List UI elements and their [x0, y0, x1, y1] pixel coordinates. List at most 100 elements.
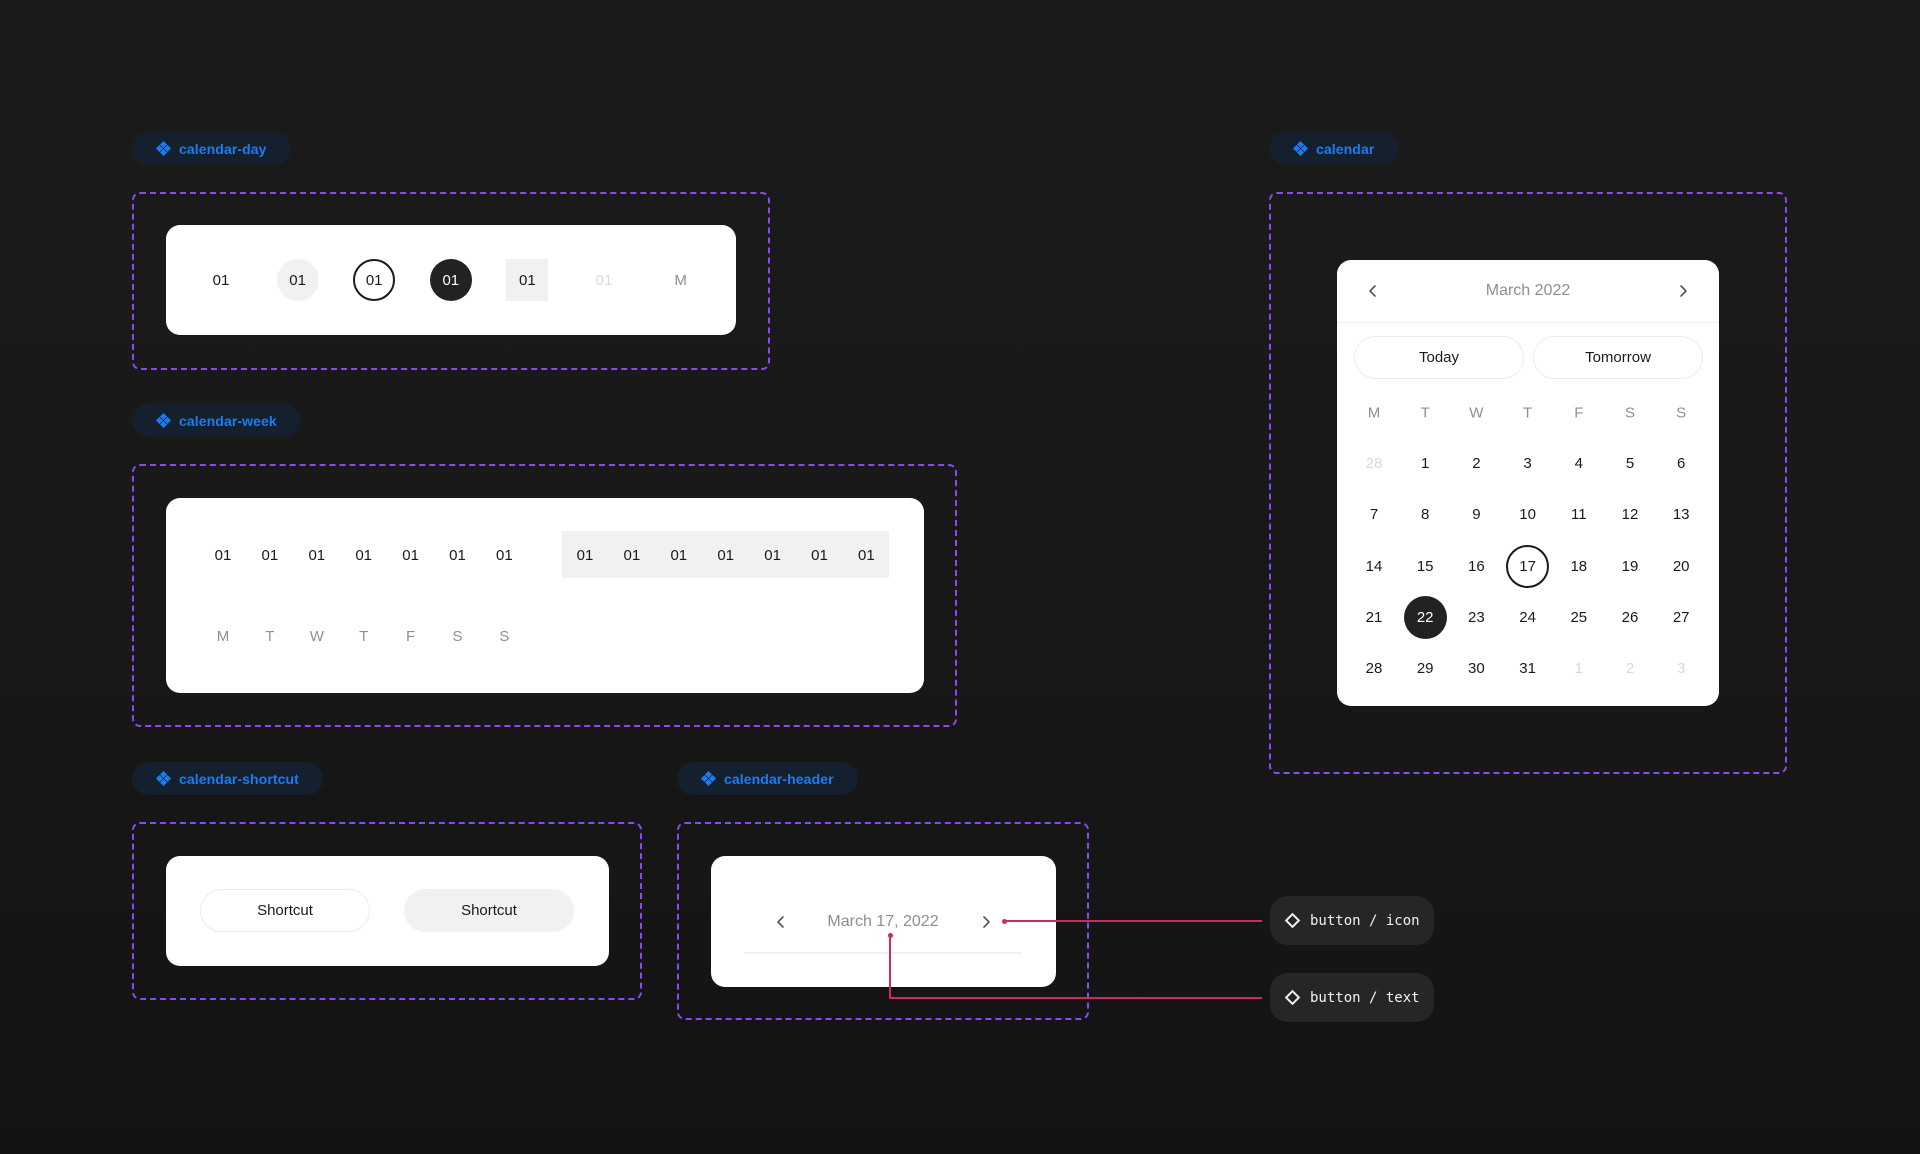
- component-icon: [700, 770, 716, 787]
- calendar-date[interactable]: 4: [1557, 442, 1600, 485]
- annotation-line: [889, 997, 1262, 999]
- calendar-date[interactable]: 31: [1506, 647, 1549, 690]
- calendar-date[interactable]: 12: [1609, 493, 1652, 536]
- shortcut-button-hover[interactable]: Shortcut: [404, 889, 574, 932]
- chevron-right-icon: [1680, 285, 1687, 297]
- calendar-day-card: 01 01 01 01 01 01 M: [166, 225, 736, 335]
- calendar-date-today[interactable]: 17: [1506, 544, 1550, 588]
- calendar-date[interactable]: 5: [1609, 442, 1652, 485]
- calendar-date[interactable]: 6: [1660, 442, 1703, 485]
- tomorrow-button[interactable]: Tomorrow: [1533, 336, 1703, 379]
- header-date-button[interactable]: March 17, 2022: [827, 913, 938, 931]
- today-button[interactable]: Today: [1354, 336, 1524, 379]
- week-day-in-range[interactable]: 01: [705, 534, 747, 576]
- calendar-date[interactable]: 20: [1660, 545, 1703, 588]
- component-icon: [155, 140, 171, 157]
- calendar-date[interactable]: 19: [1609, 545, 1652, 588]
- week-day-in-range[interactable]: 01: [799, 534, 841, 576]
- calendar-date[interactable]: 14: [1353, 545, 1396, 588]
- instance-icon: [1284, 912, 1301, 929]
- week-day-in-range[interactable]: 01: [611, 534, 653, 576]
- calendar-date[interactable]: 30: [1455, 647, 1498, 690]
- annotation-button-text: button / text: [1270, 973, 1434, 1022]
- calendar-date[interactable]: 10: [1506, 493, 1549, 536]
- weekday-label: W: [309, 627, 324, 645]
- calendar-date[interactable]: 13: [1660, 493, 1703, 536]
- week-day-in-range[interactable]: 01: [658, 534, 700, 576]
- calendar-shortcut-card: Shortcut Shortcut: [166, 856, 609, 966]
- calendar-date[interactable]: 7: [1353, 493, 1396, 536]
- component-icon: [1292, 140, 1308, 157]
- week-day[interactable]: 01: [343, 534, 385, 576]
- shortcut-button[interactable]: Shortcut: [200, 889, 370, 932]
- weekday-label: T: [359, 627, 369, 645]
- component-label-text: calendar: [1316, 140, 1375, 157]
- calendar-weekday-label: T: [1420, 404, 1430, 422]
- week-day[interactable]: 01: [437, 534, 479, 576]
- component-label-calendar-header: calendar-header: [677, 762, 858, 795]
- week-day-in-range[interactable]: 01: [845, 534, 887, 576]
- calendar-week-card: 01 01 01 01 01 01 01 01 01 01 01 01 01 01 M T W T F S S: [166, 498, 924, 693]
- calendar-date-outside-month: 28: [1365, 454, 1383, 472]
- calendar-date[interactable]: 15: [1404, 545, 1447, 588]
- calendar-day-default[interactable]: 01: [200, 259, 242, 301]
- calendar-month-title[interactable]: March 2022: [1486, 282, 1571, 300]
- week-day[interactable]: 01: [390, 534, 432, 576]
- week-day[interactable]: 01: [296, 534, 338, 576]
- weekday-label: T: [265, 627, 275, 645]
- calendar-date[interactable]: 18: [1557, 545, 1600, 588]
- calendar-date[interactable]: 28: [1353, 647, 1396, 690]
- week-day[interactable]: 01: [202, 534, 244, 576]
- component-icon: [155, 412, 171, 429]
- calendar-weekday-label: S: [1676, 404, 1687, 422]
- calendar-date[interactable]: 11: [1557, 493, 1600, 536]
- calendar-date[interactable]: 27: [1660, 596, 1703, 639]
- component-label-text: calendar-week: [179, 412, 277, 429]
- calendar-day-range[interactable]: 01: [506, 259, 549, 301]
- calendar-date[interactable]: 1: [1404, 442, 1447, 485]
- calendar-date-outside-month: 3: [1677, 659, 1686, 677]
- annotation-label: button / icon: [1310, 912, 1420, 929]
- component-label-calendar-day: calendar-day: [132, 132, 291, 165]
- annotation-line: [889, 935, 891, 998]
- component-label-text: calendar-day: [179, 140, 267, 157]
- calendar-weekday-label: W: [1469, 404, 1484, 422]
- calendar-next-button[interactable]: [1675, 283, 1691, 299]
- annotation-line: [1004, 920, 1262, 922]
- calendar-weekday-label: T: [1523, 404, 1533, 422]
- calendar-date[interactable]: 23: [1455, 596, 1498, 639]
- calendar-date[interactable]: 9: [1455, 493, 1498, 536]
- component-label-calendar: calendar: [1269, 132, 1399, 165]
- week-day[interactable]: 01: [483, 534, 525, 576]
- calendar-date-outside-month: 2: [1625, 659, 1635, 677]
- week-day[interactable]: 01: [249, 534, 291, 576]
- calendar-day-hover[interactable]: 01: [276, 259, 319, 301]
- instance-icon: [1284, 989, 1301, 1006]
- calendar-date[interactable]: 25: [1557, 596, 1600, 639]
- calendar-date[interactable]: 24: [1506, 596, 1549, 639]
- component-label-text: calendar-shortcut: [179, 770, 299, 787]
- calendar-day-selected[interactable]: 01: [429, 259, 472, 301]
- prev-month-button[interactable]: [773, 914, 789, 930]
- calendar-date[interactable]: 2: [1455, 442, 1498, 485]
- calendar-day-today[interactable]: 01: [353, 259, 396, 301]
- calendar-date[interactable]: 8: [1404, 493, 1447, 536]
- calendar-date[interactable]: 3: [1506, 442, 1549, 485]
- weekday-label: S: [499, 627, 510, 645]
- calendar-date[interactable]: 21: [1353, 596, 1396, 639]
- calendar-date[interactable]: 26: [1609, 596, 1652, 639]
- annotation-label: button / text: [1310, 989, 1420, 1006]
- calendar-date-selected[interactable]: 22: [1403, 595, 1447, 639]
- calendar-weekday-label: S: [1624, 404, 1636, 422]
- week-day-in-range[interactable]: 01: [564, 534, 606, 576]
- calendar-prev-button[interactable]: [1365, 283, 1381, 299]
- calendar-date-outside-month: 1: [1574, 659, 1583, 677]
- next-month-button[interactable]: [978, 914, 994, 930]
- calendar-date[interactable]: 16: [1455, 545, 1498, 588]
- component-label-text: calendar-header: [724, 770, 834, 787]
- calendar-date[interactable]: 29: [1404, 647, 1447, 690]
- week-day-in-range[interactable]: 01: [752, 534, 794, 576]
- chevron-left-icon: [777, 916, 784, 928]
- component-label-calendar-shortcut: calendar-shortcut: [132, 762, 323, 795]
- calendar-day-disabled: 01: [595, 271, 613, 289]
